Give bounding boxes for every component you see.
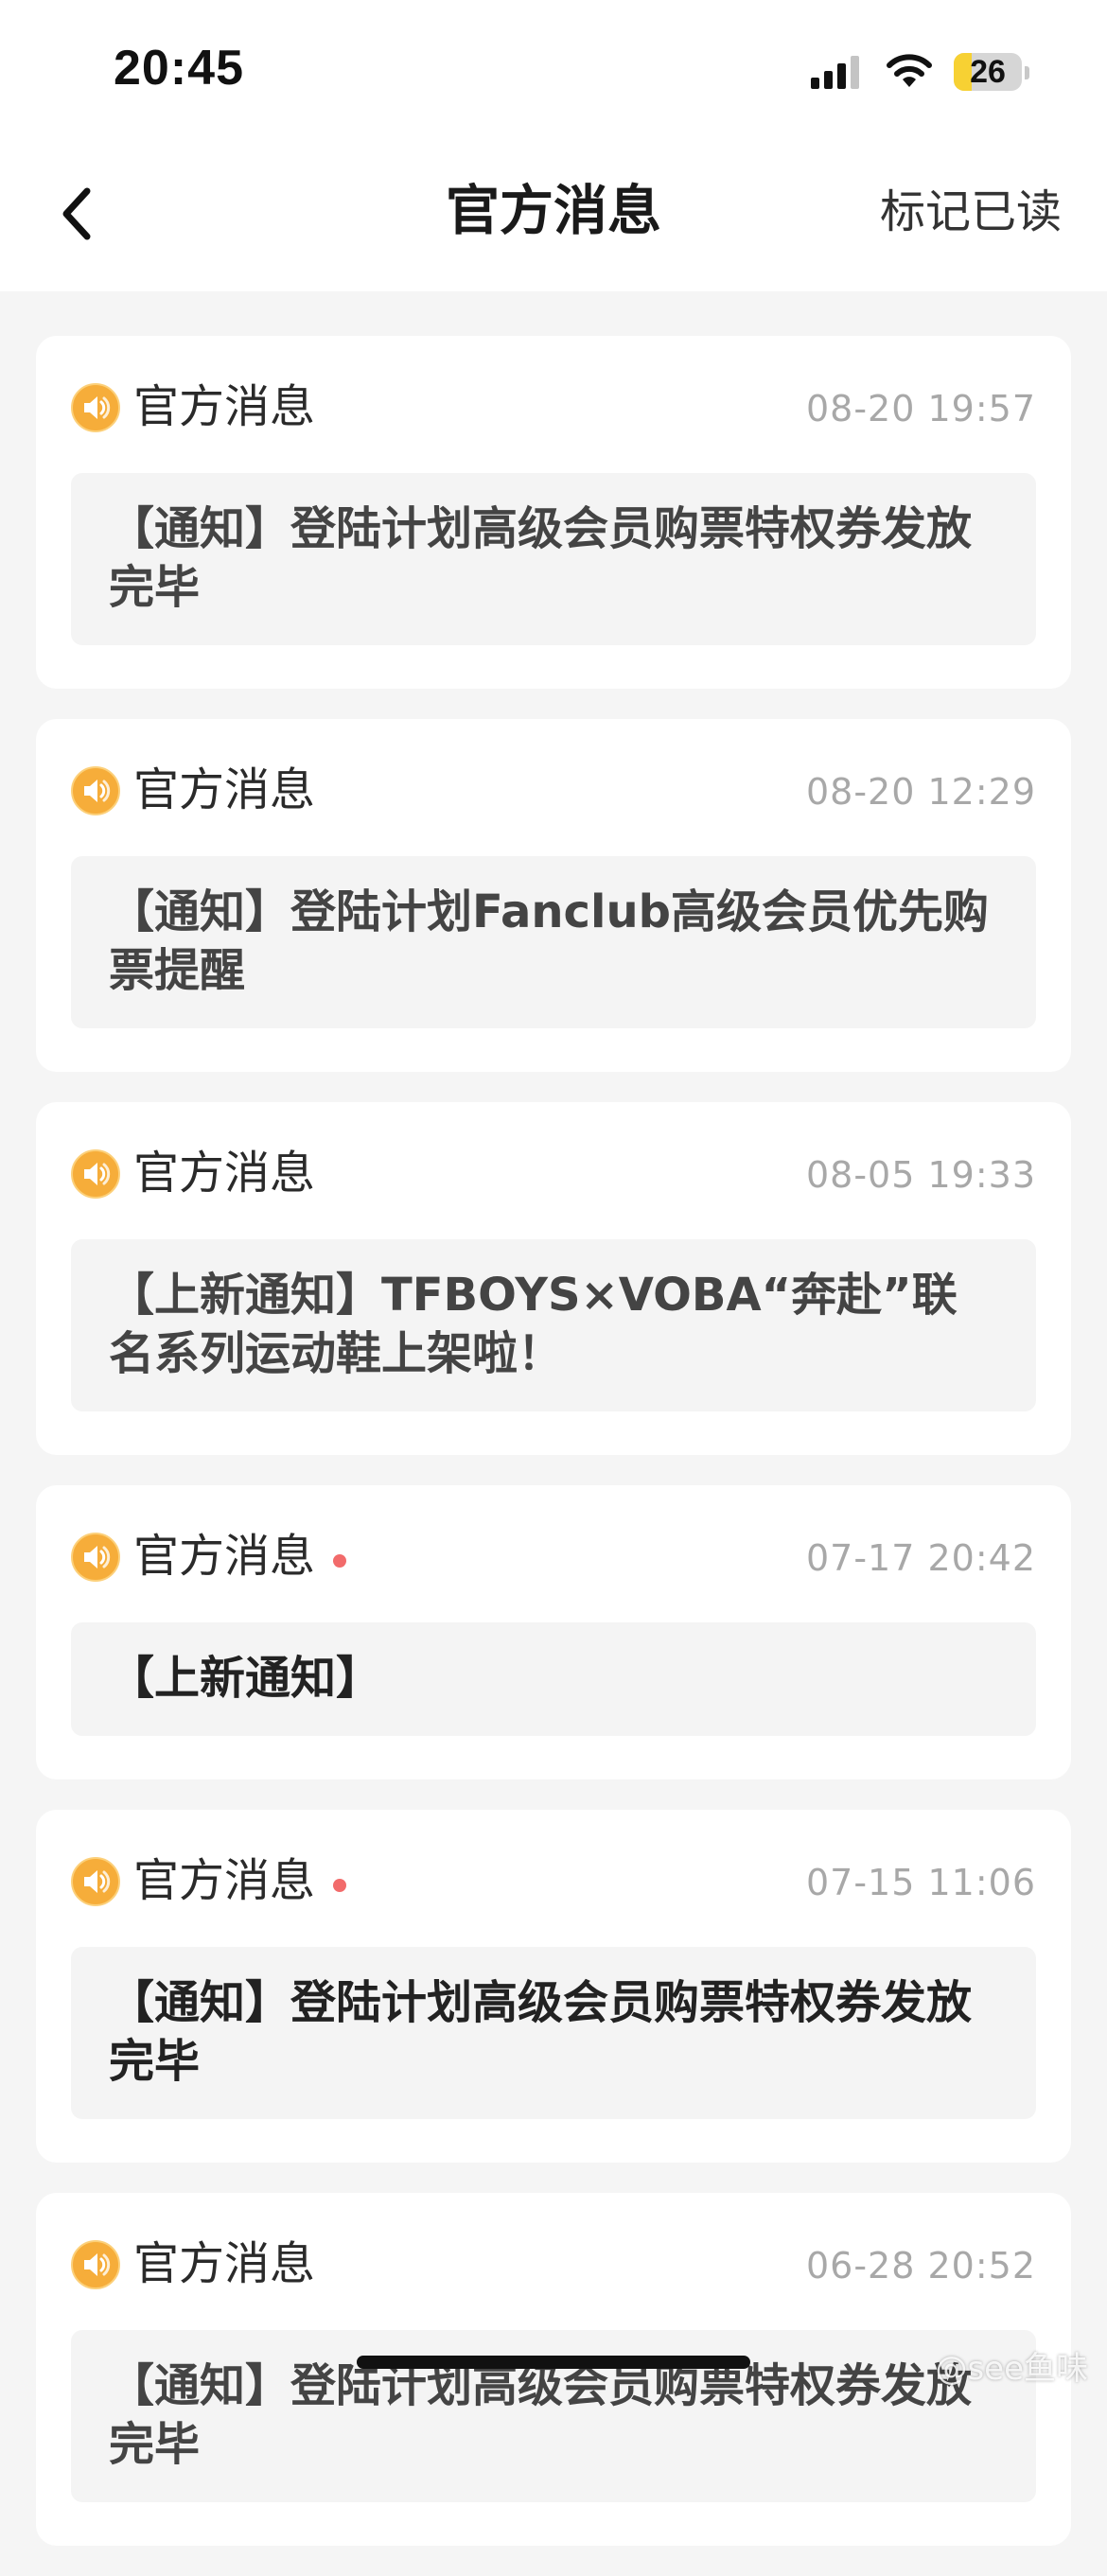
message-time: 08-20 12:29 — [805, 771, 1036, 813]
nav-bar: 官方消息 标记已读 — [0, 142, 1107, 291]
message-time: 07-17 20:42 — [805, 1537, 1036, 1579]
status-time: 20:45 — [114, 41, 244, 96]
message-card[interactable]: 官方消息 08-20 12:29 【通知】登陆计划Fanclub高级会员优先购票提醒 — [36, 719, 1071, 1072]
speaker-icon — [71, 1149, 120, 1199]
speaker-icon — [71, 766, 120, 815]
watermark: @see鱼味 — [935, 2350, 1088, 2388]
message-sender: 官方消息 — [133, 1147, 316, 1200]
message-body: 【通知】登陆计划高级会员购票特权券发放完毕 — [71, 1947, 1036, 2119]
message-sender: 官方消息 — [133, 1530, 316, 1583]
message-card[interactable]: 官方消息 08-20 19:57 【通知】登陆计划高级会员购票特权券发放完毕 — [36, 336, 1071, 689]
message-time: 08-05 19:33 — [805, 1154, 1036, 1196]
home-indicator — [357, 2356, 750, 2369]
unread-dot — [333, 1879, 346, 1892]
message-time: 06-28 20:52 — [805, 2245, 1036, 2287]
message-header: 官方消息 08-20 12:29 — [71, 719, 1036, 856]
message-card[interactable]: 官方消息 07-15 11:06 【通知】登陆计划高级会员购票特权券发放完毕 — [36, 1810, 1071, 2163]
message-header: 官方消息 07-15 11:06 — [71, 1810, 1036, 1947]
message-sender: 官方消息 — [133, 380, 316, 433]
message-sender: 官方消息 — [133, 1854, 316, 1907]
cellular-signal-icon — [811, 56, 859, 89]
message-body: 【上新通知】TFBOYS×VOBA“奔赴”联名系列运动鞋上架啦！ — [71, 1239, 1036, 1411]
speaker-icon — [71, 1533, 120, 1582]
message-card[interactable]: 官方消息 08-05 19:33 【上新通知】TFBOYS×VOBA“奔赴”联名系列… — [36, 1102, 1071, 1455]
speaker-icon — [71, 383, 120, 432]
message-card[interactable]: 官方消息 07-17 20:42 【上新通知】 — [36, 1485, 1071, 1779]
message-body: 【通知】登陆计划高级会员购票特权券发放完毕 — [71, 473, 1036, 645]
message-sender: 官方消息 — [133, 763, 316, 816]
battery-level: 26 — [970, 54, 1006, 90]
status-bar: 20:45 26 — [0, 0, 1107, 142]
message-time: 08-20 19:57 — [805, 388, 1036, 429]
message-time: 07-15 11:06 — [805, 1862, 1036, 1903]
message-header: 官方消息 06-28 20:52 — [71, 2193, 1036, 2330]
unread-dot — [333, 1554, 346, 1568]
battery-cap — [1025, 66, 1029, 79]
message-body: 【上新通知】 — [71, 1622, 1036, 1736]
mark-read-button[interactable]: 标记已读 — [880, 184, 1062, 240]
message-list: 官方消息 08-20 19:57 【通知】登陆计划高级会员购票特权券发放完毕 官方消息… — [36, 336, 1071, 2576]
message-header: 官方消息 08-05 19:33 — [71, 1102, 1036, 1239]
speaker-icon — [71, 1857, 120, 1906]
message-card[interactable]: 官方消息 06-28 20:52 【通知】登陆计划高级会员购票特权券发放完毕 — [36, 2193, 1071, 2546]
message-body: 【通知】登陆计划Fanclub高级会员优先购票提醒 — [71, 856, 1036, 1028]
message-sender: 官方消息 — [133, 2237, 316, 2290]
message-header: 官方消息 08-20 19:57 — [71, 336, 1036, 473]
message-header: 官方消息 07-17 20:42 — [71, 1485, 1036, 1622]
battery-icon: 26 — [954, 53, 1022, 91]
speaker-icon — [71, 2240, 120, 2289]
wifi-icon — [887, 54, 932, 87]
